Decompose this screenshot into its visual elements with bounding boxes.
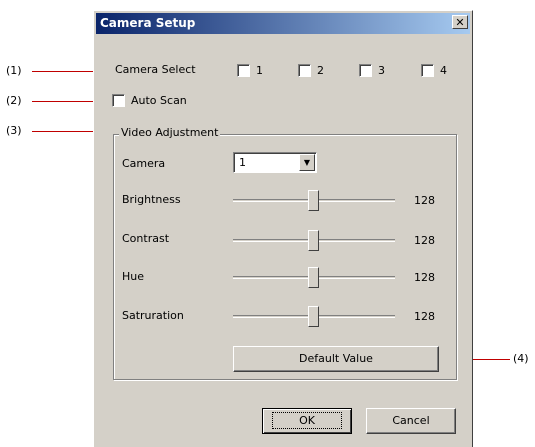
camera-2-checkbox[interactable] — [298, 64, 311, 77]
close-icon[interactable]: ✕ — [452, 15, 468, 29]
cancel-button[interactable]: Cancel — [366, 408, 456, 434]
camera-label: Camera — [122, 157, 166, 170]
callout-3: (3) — [6, 124, 22, 137]
default-value-button[interactable]: Default Value — [233, 346, 439, 372]
camera-1-label: 1 — [256, 64, 263, 77]
callout-1: (1) — [6, 64, 22, 77]
camera-2-label: 2 — [317, 64, 324, 77]
hue-slider-thumb[interactable] — [308, 267, 319, 288]
camera-4-checkbox[interactable] — [421, 64, 434, 77]
dialog-title: Camera Setup — [100, 16, 196, 30]
camera-select-label: Camera Select — [115, 63, 196, 76]
auto-scan-label: Auto Scan — [131, 94, 187, 107]
title-bar: Camera Setup ✕ — [96, 13, 470, 34]
camera-dropdown[interactable]: 1 ▼ — [233, 152, 317, 173]
saturation-value: 128 — [414, 310, 435, 323]
ok-button-label: OK — [272, 412, 342, 429]
chevron-down-icon[interactable]: ▼ — [299, 154, 315, 171]
callout-4: (4) — [513, 352, 529, 365]
hue-value: 128 — [414, 271, 435, 284]
ok-button[interactable]: OK — [262, 408, 352, 434]
camera-1-checkbox[interactable] — [237, 64, 250, 77]
hue-label: Hue — [122, 270, 145, 283]
camera-4-label: 4 — [440, 64, 447, 77]
contrast-value: 128 — [414, 234, 435, 247]
saturation-label: Satruration — [122, 309, 184, 322]
camera-dropdown-value: 1 — [239, 156, 246, 169]
contrast-slider-thumb[interactable] — [308, 230, 319, 251]
camera-3-checkbox[interactable] — [359, 64, 372, 77]
auto-scan-checkbox[interactable] — [112, 94, 125, 107]
brightness-label: Brightness — [122, 193, 181, 206]
callout-2: (2) — [6, 94, 22, 107]
video-adjustment-title: Video Adjustment — [119, 126, 221, 139]
brightness-value: 128 — [414, 194, 435, 207]
saturation-slider-thumb[interactable] — [308, 306, 319, 327]
contrast-label: Contrast — [122, 232, 170, 245]
brightness-slider-thumb[interactable] — [308, 190, 319, 211]
camera-3-label: 3 — [378, 64, 385, 77]
